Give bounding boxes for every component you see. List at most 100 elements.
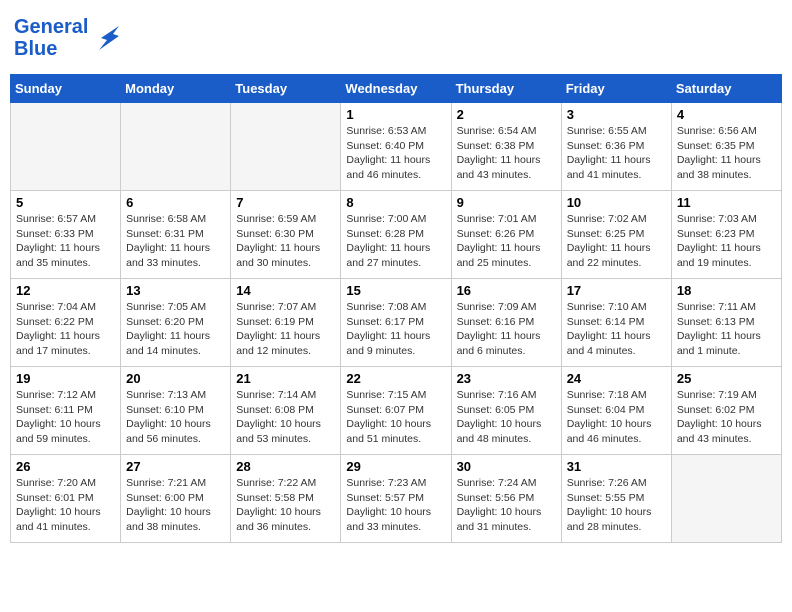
calendar-week-row: 19 Sunrise: 7:12 AMSunset: 6:11 PMDayligh… xyxy=(11,367,782,455)
calendar-cell: 15 Sunrise: 7:08 AMSunset: 6:17 PMDayligh… xyxy=(341,279,451,367)
calendar-week-row: 1 Sunrise: 6:53 AMSunset: 6:40 PMDaylight… xyxy=(11,103,782,191)
day-info: Sunrise: 7:10 AMSunset: 6:14 PMDaylight:… xyxy=(567,300,666,359)
day-number: 5 xyxy=(16,195,115,210)
calendar-cell: 13Sunrise: 7:05 AMSunset: 6:20 PMDayligh… xyxy=(121,279,231,367)
calendar-cell: 16Sunrise: 7:09 AMSunset: 6:16 PMDayligh… xyxy=(451,279,561,367)
calendar-cell xyxy=(121,103,231,191)
day-info: Sunrise: 7:15 AMSunset: 6:07 PMDaylight:… xyxy=(346,388,445,447)
weekday-header-saturday: Saturday xyxy=(671,75,781,103)
day-info: Sunrise: 7:20 AMSunset: 6:01 PMDaylight:… xyxy=(16,476,115,535)
calendar-cell: 9Sunrise: 7:01 AMSunset: 6:26 PMDaylight… xyxy=(451,191,561,279)
day-number: 21 xyxy=(236,371,335,386)
day-number: 29 xyxy=(346,459,445,474)
weekday-header-friday: Friday xyxy=(561,75,671,103)
calendar-cell: 19 Sunrise: 7:12 AMSunset: 6:11 PMDayligh… xyxy=(11,367,121,455)
day-number: 8 xyxy=(346,195,445,210)
calendar-cell: 3 Sunrise: 6:55 AMSunset: 6:36 PMDaylight… xyxy=(561,103,671,191)
day-info: Sunrise: 7:00 AMSunset: 6:28 PMDaylight:… xyxy=(346,212,445,271)
day-info: Sunrise: 7:08 AMSunset: 6:17 PMDaylight:… xyxy=(346,300,445,359)
calendar-cell: 1 Sunrise: 6:53 AMSunset: 6:40 PMDaylight… xyxy=(341,103,451,191)
calendar-cell: 25Sunrise: 7:19 AMSunset: 6:02 PMDayligh… xyxy=(671,367,781,455)
day-number: 24 xyxy=(567,371,666,386)
logo-text2: Blue xyxy=(14,38,88,60)
day-info: Sunrise: 6:54 AMSunset: 6:38 PMDaylight:… xyxy=(457,124,556,183)
page-header: General Blue xyxy=(10,10,782,66)
day-number: 22 xyxy=(346,371,445,386)
day-number: 13 xyxy=(126,283,225,298)
day-info: Sunrise: 7:03 AMSunset: 6:23 PMDaylight:… xyxy=(677,212,776,271)
calendar-cell: 8 Sunrise: 7:00 AMSunset: 6:28 PMDaylight… xyxy=(341,191,451,279)
calendar-cell: 2Sunrise: 6:54 AMSunset: 6:38 PMDaylight… xyxy=(451,103,561,191)
day-number: 23 xyxy=(457,371,556,386)
day-number: 3 xyxy=(567,107,666,122)
day-number: 27 xyxy=(126,459,225,474)
calendar-cell: 29 Sunrise: 7:23 AMSunset: 5:57 PMDayligh… xyxy=(341,455,451,543)
day-info: Sunrise: 7:02 AMSunset: 6:25 PMDaylight:… xyxy=(567,212,666,271)
day-info: Sunrise: 6:58 AMSunset: 6:31 PMDaylight:… xyxy=(126,212,225,271)
calendar-cell: 30 Sunrise: 7:24 AMSunset: 5:56 PMDayligh… xyxy=(451,455,561,543)
calendar-cell: 4 Sunrise: 6:56 AMSunset: 6:35 PMDaylight… xyxy=(671,103,781,191)
calendar-cell: 31 Sunrise: 7:26 AMSunset: 5:55 PMDayligh… xyxy=(561,455,671,543)
logo-icon xyxy=(91,22,123,54)
calendar-cell: 11 Sunrise: 7:03 AMSunset: 6:23 PMDayligh… xyxy=(671,191,781,279)
weekday-header-thursday: Thursday xyxy=(451,75,561,103)
calendar-cell: 28 Sunrise: 7:22 AMSunset: 5:58 PMDayligh… xyxy=(231,455,341,543)
day-number: 16 xyxy=(457,283,556,298)
day-number: 9 xyxy=(457,195,556,210)
calendar-cell: 10 Sunrise: 7:02 AMSunset: 6:25 PMDayligh… xyxy=(561,191,671,279)
day-info: Sunrise: 7:23 AMSunset: 5:57 PMDaylight:… xyxy=(346,476,445,535)
calendar-cell: 21 Sunrise: 7:14 AMSunset: 6:08 PMDayligh… xyxy=(231,367,341,455)
day-number: 10 xyxy=(567,195,666,210)
day-number: 1 xyxy=(346,107,445,122)
calendar-cell: 26 Sunrise: 7:20 AMSunset: 6:01 PMDayligh… xyxy=(11,455,121,543)
day-info: Sunrise: 7:24 AMSunset: 5:56 PMDaylight:… xyxy=(457,476,556,535)
calendar-cell: 27 Sunrise: 7:21 AMSunset: 6:00 PMDayligh… xyxy=(121,455,231,543)
weekday-header-row: SundayMondayTuesdayWednesdayThursdayFrid… xyxy=(11,75,782,103)
calendar-cell xyxy=(231,103,341,191)
day-info: Sunrise: 7:26 AMSunset: 5:55 PMDaylight:… xyxy=(567,476,666,535)
calendar-week-row: 26 Sunrise: 7:20 AMSunset: 6:01 PMDayligh… xyxy=(11,455,782,543)
day-number: 4 xyxy=(677,107,776,122)
day-info: Sunrise: 7:14 AMSunset: 6:08 PMDaylight:… xyxy=(236,388,335,447)
day-info: Sunrise: 7:16 AMSunset: 6:05 PMDaylight:… xyxy=(457,388,556,447)
logo: General Blue xyxy=(14,16,123,60)
calendar-week-row: 12Sunrise: 7:04 AMSunset: 6:22 PMDayligh… xyxy=(11,279,782,367)
day-number: 18 xyxy=(677,283,776,298)
calendar-cell: 20Sunrise: 7:13 AMSunset: 6:10 PMDayligh… xyxy=(121,367,231,455)
weekday-header-wednesday: Wednesday xyxy=(341,75,451,103)
calendar-cell: 17 Sunrise: 7:10 AMSunset: 6:14 PMDayligh… xyxy=(561,279,671,367)
calendar-cell: 7Sunrise: 6:59 AMSunset: 6:30 PMDaylight… xyxy=(231,191,341,279)
day-number: 17 xyxy=(567,283,666,298)
day-info: Sunrise: 6:53 AMSunset: 6:40 PMDaylight:… xyxy=(346,124,445,183)
day-info: Sunrise: 7:12 AMSunset: 6:11 PMDaylight:… xyxy=(16,388,115,447)
day-number: 14 xyxy=(236,283,335,298)
day-info: Sunrise: 6:56 AMSunset: 6:35 PMDaylight:… xyxy=(677,124,776,183)
day-info: Sunrise: 7:21 AMSunset: 6:00 PMDaylight:… xyxy=(126,476,225,535)
day-number: 19 xyxy=(16,371,115,386)
calendar-cell: 24 Sunrise: 7:18 AMSunset: 6:04 PMDayligh… xyxy=(561,367,671,455)
calendar-cell: 5 Sunrise: 6:57 AMSunset: 6:33 PMDaylight… xyxy=(11,191,121,279)
day-info: Sunrise: 7:04 AMSunset: 6:22 PMDaylight:… xyxy=(16,300,115,359)
weekday-header-monday: Monday xyxy=(121,75,231,103)
weekday-header-sunday: Sunday xyxy=(11,75,121,103)
day-number: 30 xyxy=(457,459,556,474)
day-info: Sunrise: 6:55 AMSunset: 6:36 PMDaylight:… xyxy=(567,124,666,183)
calendar-cell: 18Sunrise: 7:11 AMSunset: 6:13 PMDayligh… xyxy=(671,279,781,367)
day-info: Sunrise: 7:18 AMSunset: 6:04 PMDaylight:… xyxy=(567,388,666,447)
calendar-week-row: 5 Sunrise: 6:57 AMSunset: 6:33 PMDaylight… xyxy=(11,191,782,279)
calendar-cell: 22 Sunrise: 7:15 AMSunset: 6:07 PMDayligh… xyxy=(341,367,451,455)
logo-text: General xyxy=(14,16,88,38)
day-number: 7 xyxy=(236,195,335,210)
day-number: 26 xyxy=(16,459,115,474)
calendar-cell: 12Sunrise: 7:04 AMSunset: 6:22 PMDayligh… xyxy=(11,279,121,367)
calendar-cell xyxy=(671,455,781,543)
calendar-cell: 6Sunrise: 6:58 AMSunset: 6:31 PMDaylight… xyxy=(121,191,231,279)
day-info: Sunrise: 7:22 AMSunset: 5:58 PMDaylight:… xyxy=(236,476,335,535)
day-number: 31 xyxy=(567,459,666,474)
day-number: 15 xyxy=(346,283,445,298)
day-number: 28 xyxy=(236,459,335,474)
day-info: Sunrise: 7:19 AMSunset: 6:02 PMDaylight:… xyxy=(677,388,776,447)
day-number: 11 xyxy=(677,195,776,210)
day-info: Sunrise: 6:57 AMSunset: 6:33 PMDaylight:… xyxy=(16,212,115,271)
calendar-cell xyxy=(11,103,121,191)
